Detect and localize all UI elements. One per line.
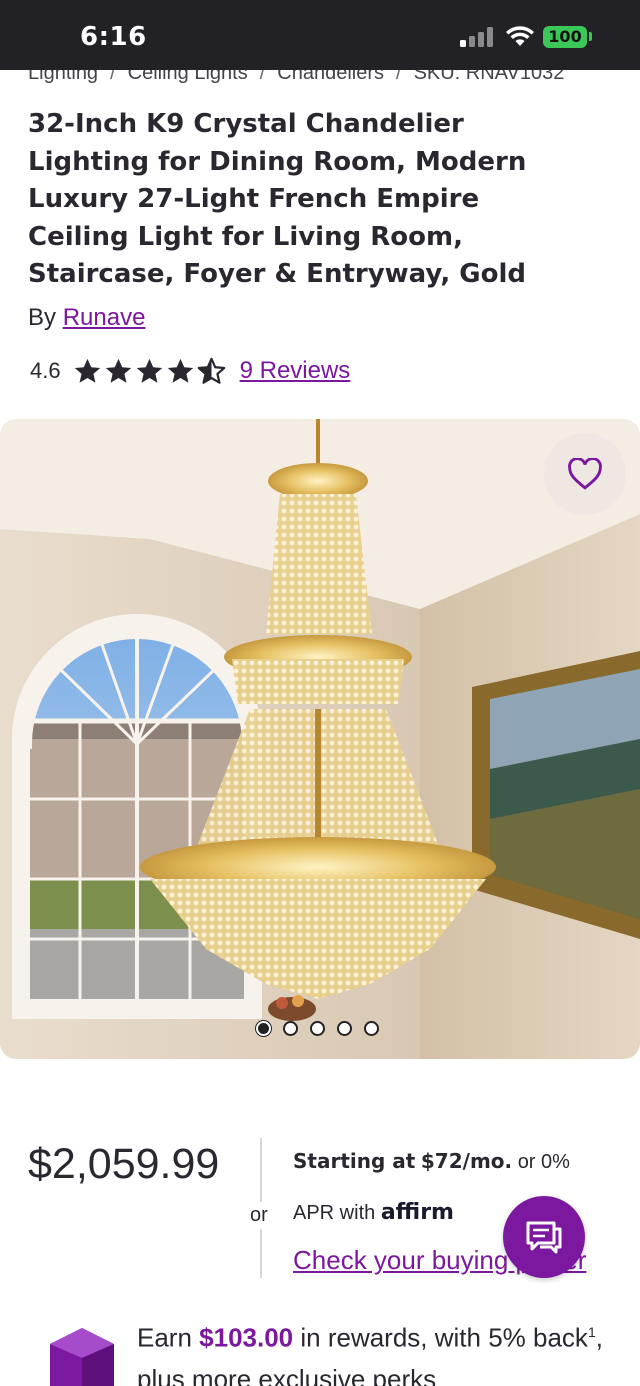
rewards-footnote: 1 (587, 1324, 596, 1340)
status-time: 6:16 (80, 22, 147, 52)
battery-indicator: 100 (543, 26, 587, 48)
star-full-icon (105, 358, 131, 383)
star-rating (73, 357, 226, 386)
wifi-icon (506, 26, 534, 46)
carousel-dots (256, 1021, 379, 1036)
rewards-message: Earn $103.00 in rewards, with 5% back1, … (137, 1312, 617, 1386)
rewards-amount: $103.00 (199, 1322, 294, 1353)
product-title: 32-Inch K9 Crystal Chandelier Lighting f… (28, 109, 527, 289)
carousel-dot[interactable] (310, 1021, 325, 1036)
product-price: $2,059.99 (28, 1140, 220, 1188)
star-full-icon (74, 358, 100, 383)
by-label: By (28, 304, 57, 331)
apr-label: APR with (293, 1202, 376, 1224)
crystal-chandelier-photo (0, 419, 640, 1059)
zero-apr-label: or 0% (517, 1151, 570, 1173)
rating-row: 4.6 9 Reviews (30, 354, 350, 388)
carousel-dot[interactable] (364, 1021, 379, 1036)
star-full-icon (167, 358, 193, 383)
rewards-text: in rewards, with 5% back (293, 1322, 588, 1353)
star-half-icon (197, 357, 225, 384)
carousel-dot[interactable] (337, 1021, 352, 1036)
affirm-logo: affirm (380, 1200, 454, 1225)
starting-at-label: Starting at (293, 1149, 416, 1173)
chat-button[interactable] (503, 1196, 585, 1278)
or-label: or (250, 1202, 268, 1229)
chat-bubble-icon (526, 1221, 562, 1254)
financing-offer: Starting at $72/mo. or 0% (293, 1149, 570, 1174)
heart-icon (568, 458, 602, 490)
product-image-carousel[interactable] (0, 419, 640, 1059)
rewards-gem-icon (50, 1328, 114, 1386)
reviews-link[interactable]: 9 Reviews (240, 357, 351, 385)
star-full-icon (136, 358, 162, 383)
brand-line: By Runave (28, 304, 145, 332)
favorite-button[interactable] (544, 433, 626, 515)
carousel-dot[interactable] (283, 1021, 298, 1036)
rating-value: 4.6 (30, 358, 61, 383)
cellular-signal-icon (460, 27, 494, 47)
carousel-dot[interactable] (256, 1021, 271, 1036)
status-bar: 6:16 100 (0, 0, 640, 70)
battery-tip (589, 32, 592, 41)
rewards-earn-label: Earn (137, 1322, 192, 1353)
brand-link[interactable]: Runave (63, 304, 146, 331)
financing-apr: APR with affirm (293, 1200, 454, 1225)
monthly-price: $72/mo. (420, 1149, 513, 1173)
